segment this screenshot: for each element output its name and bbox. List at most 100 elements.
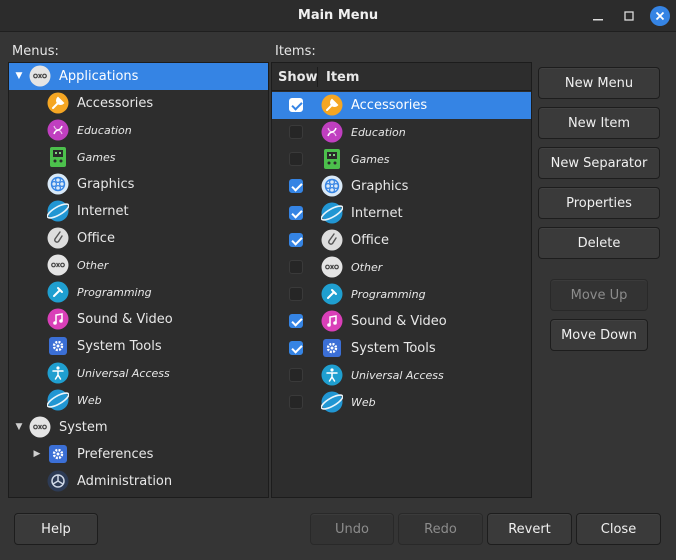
show-checkbox[interactable]	[289, 260, 303, 274]
tree-row-label: Administration	[77, 474, 173, 489]
table-row[interactable]: Sound & Video	[272, 308, 531, 335]
tree-row[interactable]: Games	[9, 144, 268, 171]
tree-row[interactable]: Graphics	[9, 171, 268, 198]
tree-row[interactable]: Accessories	[9, 90, 268, 117]
move-down-button[interactable]: Move Down	[550, 319, 648, 351]
maximize-icon	[624, 11, 634, 21]
items-table[interactable]: Show Item Accessories Education Games Graph…	[271, 62, 532, 498]
table-row[interactable]: Accessories	[272, 92, 531, 119]
show-checkbox[interactable]	[289, 206, 303, 220]
new-item-button[interactable]: New Item	[538, 107, 660, 139]
show-checkbox[interactable]	[289, 233, 303, 247]
applications-icon	[29, 65, 51, 87]
item-label: Programming	[351, 288, 426, 301]
tree-row-label: Other	[77, 259, 109, 272]
show-checkbox[interactable]	[289, 314, 303, 328]
tree-row-label: Accessories	[77, 96, 154, 111]
table-row[interactable]: Graphics	[272, 173, 531, 200]
tree-row[interactable]: ▼ System	[9, 414, 268, 441]
minimize-button[interactable]	[588, 6, 608, 26]
show-checkbox[interactable]	[289, 287, 303, 301]
help-button[interactable]: Help	[14, 513, 98, 545]
move-up-button[interactable]: Move Up	[550, 279, 648, 311]
table-row[interactable]: Education	[272, 119, 531, 146]
menus-tree[interactable]: ▼ Applications Accessories Education Games Gr…	[8, 62, 269, 498]
show-checkbox[interactable]	[289, 341, 303, 355]
close-button[interactable]: Close	[576, 513, 661, 545]
minimize-icon	[593, 19, 603, 21]
tree-row-label: Universal Access	[77, 367, 170, 380]
show-checkbox[interactable]	[289, 125, 303, 139]
show-checkbox[interactable]	[289, 368, 303, 382]
column-header-item[interactable]: Item	[326, 70, 359, 85]
close-icon	[655, 11, 665, 21]
chevron-down-icon[interactable]: ▼	[14, 71, 24, 81]
graphics-icon	[47, 173, 69, 195]
show-checkbox[interactable]	[289, 179, 303, 193]
tree-row-label: Sound & Video	[77, 312, 173, 327]
chevron-down-icon[interactable]: ▼	[14, 422, 24, 432]
table-row[interactable]: Internet	[272, 200, 531, 227]
tree-row-label: Graphics	[77, 177, 135, 192]
show-checkbox[interactable]	[289, 98, 303, 112]
table-row[interactable]: System Tools	[272, 335, 531, 362]
internet-icon	[47, 200, 69, 222]
tree-row-label: Games	[77, 151, 116, 164]
system-tools-icon	[47, 335, 69, 357]
delete-button[interactable]: Delete	[538, 227, 660, 259]
item-label: Graphics	[351, 179, 409, 194]
accessories-icon	[321, 94, 343, 116]
tree-row[interactable]: Programming	[9, 279, 268, 306]
revert-button[interactable]: Revert	[487, 513, 572, 545]
undo-button[interactable]: Undo	[310, 513, 394, 545]
web-icon	[47, 389, 69, 411]
tree-row[interactable]: Office	[9, 225, 268, 252]
new-menu-button[interactable]: New Menu	[538, 67, 660, 99]
tree-row[interactable]: Administration	[9, 468, 268, 495]
sound-video-icon	[47, 308, 69, 330]
table-row[interactable]: Games	[272, 146, 531, 173]
other-icon	[47, 254, 69, 276]
tree-row[interactable]: Education	[9, 117, 268, 144]
close-window-button[interactable]	[650, 6, 670, 26]
system-icon	[29, 416, 51, 438]
table-row[interactable]: Office	[272, 227, 531, 254]
universal-access-icon	[321, 364, 343, 386]
tree-row[interactable]: ▶ Preferences	[9, 441, 268, 468]
maximize-button[interactable]	[619, 6, 639, 26]
education-icon	[321, 121, 343, 143]
tree-row[interactable]: System Tools	[9, 333, 268, 360]
tree-row[interactable]: Web	[9, 387, 268, 414]
games-icon	[47, 146, 69, 168]
properties-button[interactable]: Properties	[538, 187, 660, 219]
item-label: Office	[351, 233, 389, 248]
show-checkbox[interactable]	[289, 152, 303, 166]
preferences-icon	[47, 443, 69, 465]
show-checkbox[interactable]	[289, 395, 303, 409]
internet-icon	[321, 202, 343, 224]
table-row[interactable]: Other	[272, 254, 531, 281]
tree-row-label: System Tools	[77, 339, 162, 354]
tree-row-label: Programming	[77, 286, 152, 299]
programming-icon	[321, 283, 343, 305]
other-icon	[321, 256, 343, 278]
column-header-show[interactable]: Show	[278, 70, 318, 85]
table-row[interactable]: Web	[272, 389, 531, 416]
tree-row-label: Education	[77, 124, 132, 137]
tree-row[interactable]: ▼ Applications	[9, 63, 268, 90]
table-row[interactable]: Universal Access	[272, 362, 531, 389]
redo-button[interactable]: Redo	[398, 513, 483, 545]
new-separator-button[interactable]: New Separator	[538, 147, 660, 179]
office-icon	[321, 229, 343, 251]
table-row[interactable]: Programming	[272, 281, 531, 308]
tree-row[interactable]: Other	[9, 252, 268, 279]
education-icon	[47, 119, 69, 141]
tree-row[interactable]: Internet	[9, 198, 268, 225]
items-label: Items:	[275, 44, 316, 59]
tree-row-label: System	[59, 420, 108, 435]
item-label: Accessories	[351, 98, 428, 113]
tree-row[interactable]: Sound & Video	[9, 306, 268, 333]
chevron-right-icon[interactable]: ▶	[32, 449, 42, 459]
system-tools-icon	[321, 337, 343, 359]
tree-row[interactable]: Universal Access	[9, 360, 268, 387]
